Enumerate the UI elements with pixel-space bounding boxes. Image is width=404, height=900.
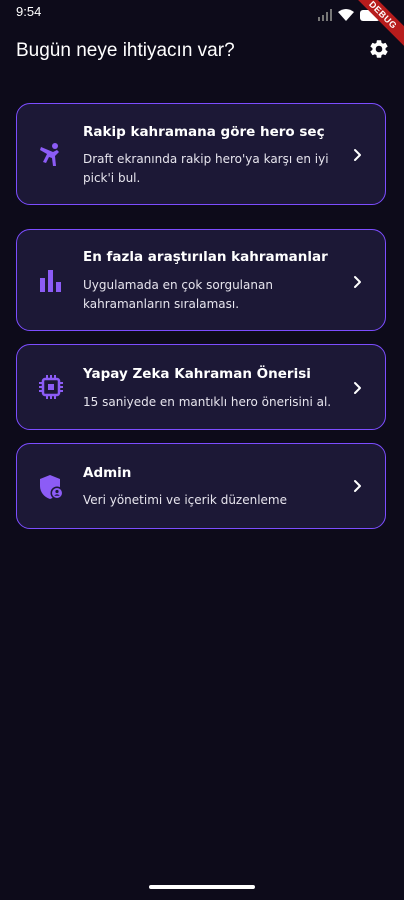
chevron-right-icon (354, 382, 361, 394)
card-description: 15 saniyede en mantıklı hero önerisini a… (83, 395, 332, 409)
card-description: Draft ekranında rakip hero'ya karşı en i… (83, 152, 329, 185)
card-description: Uygulamada en çok sorgulanan kahramanlar… (83, 278, 273, 311)
card-title: Admin (83, 465, 132, 481)
card-description: Veri yönetimi ve içerik düzenleme (83, 493, 287, 507)
chevron-right-icon (354, 149, 361, 161)
card-most-searched[interactable]: En fazla araştırılan kahramanlar Uygulam… (16, 229, 386, 331)
status-time: 9:54 (16, 4, 42, 19)
status-bar: 9:54 DEBUG (0, 0, 404, 51)
bar-chart-icon (37, 267, 65, 295)
card-ai-suggestion[interactable]: Yapay Zeka Kahraman Önerisi 15 saniyede … (16, 344, 386, 430)
chevron-right-icon (354, 480, 361, 492)
gear-icon (368, 38, 390, 64)
chip-icon (37, 373, 65, 401)
header: Bugün neye ihtiyacın var? (16, 38, 392, 66)
settings-button[interactable] (366, 38, 392, 64)
chevron-right-icon (354, 276, 361, 288)
signal-icon (318, 6, 332, 25)
wifi-icon (338, 6, 354, 25)
martial-arts-icon (37, 141, 65, 169)
card-title: Rakip kahramana göre hero seç (83, 124, 325, 140)
home-indicator[interactable] (149, 885, 255, 889)
app-screen: 9:54 DEBUG Bugün neye ihtiyacın var? Rak… (0, 0, 404, 900)
card-admin[interactable]: Admin Veri yönetimi ve içerik düzenleme (16, 443, 386, 529)
card-title: Yapay Zeka Kahraman Önerisi (83, 366, 311, 382)
card-counter-hero[interactable]: Rakip kahramana göre hero seç Draft ekra… (16, 103, 386, 205)
admin-shield-icon (37, 473, 65, 501)
page-title: Bugün neye ihtiyacın var? (16, 40, 235, 61)
card-title: En fazla araştırılan kahramanlar (83, 249, 328, 265)
